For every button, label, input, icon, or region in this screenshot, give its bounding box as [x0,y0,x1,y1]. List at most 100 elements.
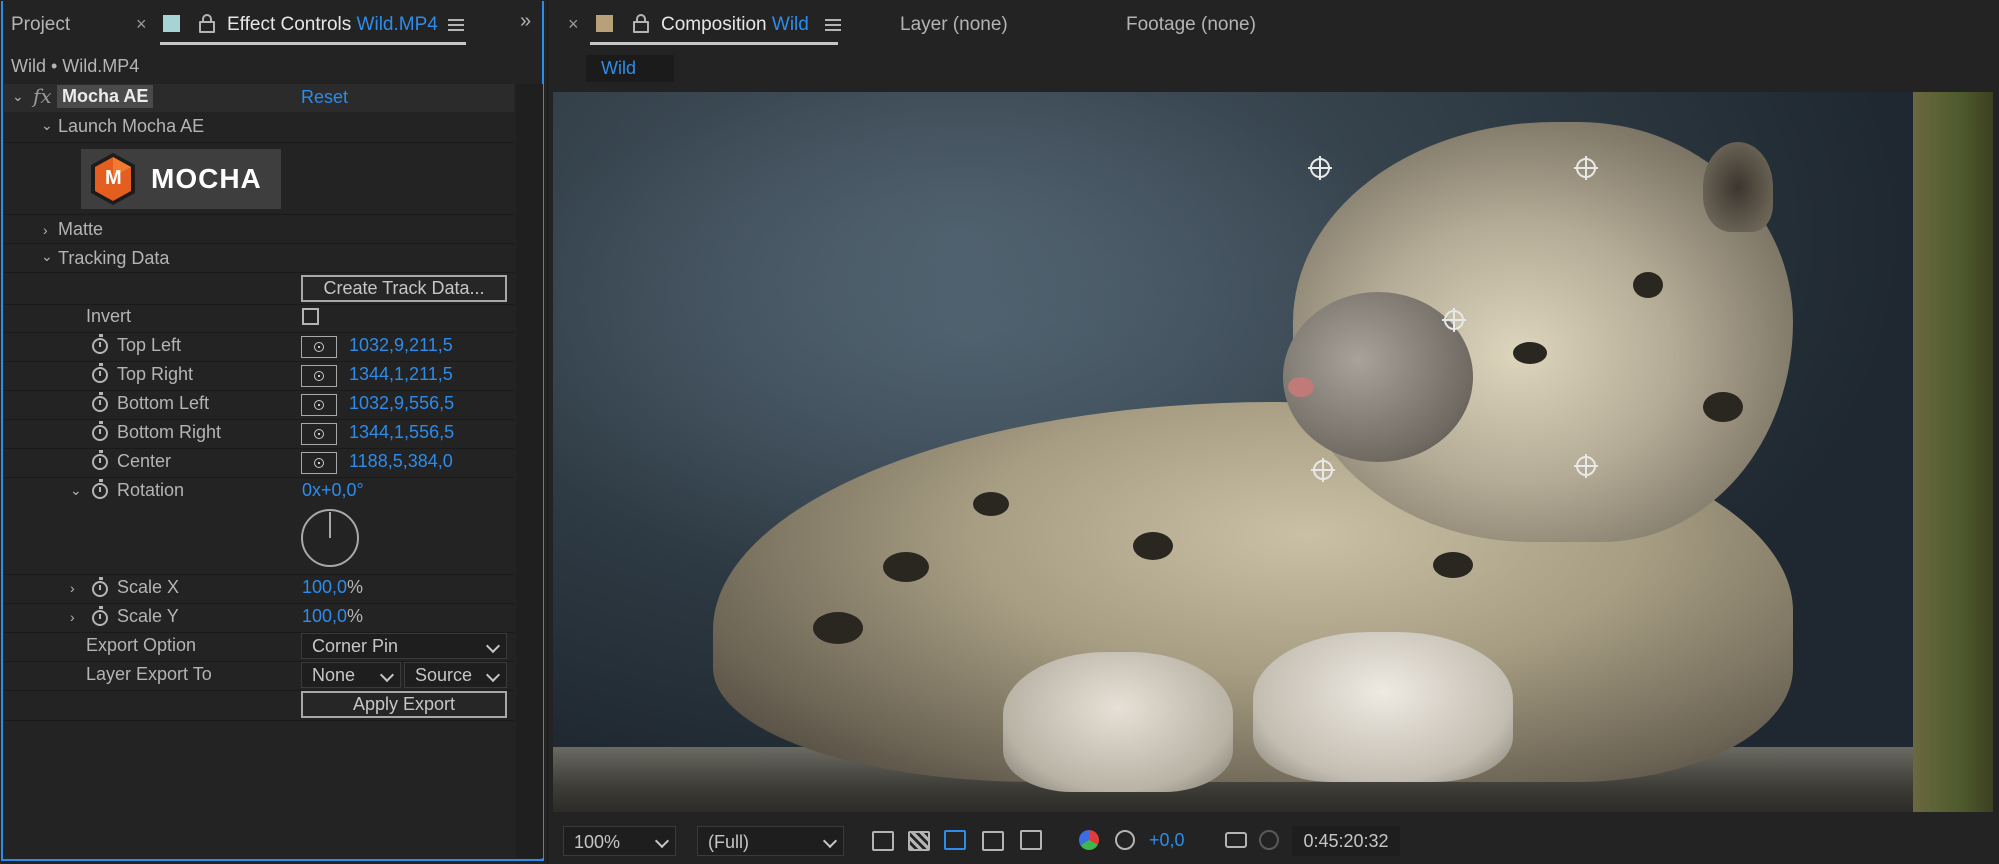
export-option-value: Corner Pin [312,636,399,656]
chevron-right-icon[interactable]: › [70,580,75,596]
lock-icon[interactable] [199,14,215,33]
layer-source-value: Source [415,665,473,685]
chevron-right-icon[interactable]: › [43,222,48,238]
param-value[interactable]: 1344,1,211,5 [349,364,453,385]
color-management-icon[interactable] [1115,830,1135,850]
corner-pin-handle[interactable] [1574,156,1598,180]
stopwatch-icon[interactable] [92,479,108,499]
crosshair-target-icon[interactable] [301,365,337,387]
effect-name[interactable]: Mocha AE [57,85,154,108]
layer-export-label: Layer Export To [86,664,212,684]
lock-icon[interactable] [633,14,649,33]
chevron-down-icon[interactable]: ⌄ [70,482,82,499]
scale-y-label: Scale Y [117,606,179,626]
panel-menu-icon[interactable] [448,19,464,31]
snow-leopard-image [553,92,1993,812]
layer-export-dropdown[interactable]: None [301,662,401,688]
rotation-dial[interactable] [301,509,359,567]
param-value[interactable]: 1032,9,211,5 [349,335,453,356]
label-color-swatch [596,15,613,32]
transparency-grid-icon[interactable] [908,831,930,851]
zoom-dropdown[interactable]: 100% [563,826,676,856]
snapshot-camera-icon[interactable] [1225,832,1247,848]
chevron-down-icon [822,833,838,849]
param-row: Bottom Left 1032,9,556,5 [4,391,514,419]
scrollbar[interactable] [516,84,543,858]
matte-label: Matte [58,219,104,239]
composition-viewer[interactable] [553,92,1993,812]
chevron-down-icon [379,667,395,683]
channel-rgb-icon[interactable] [1079,830,1099,850]
stopwatch-icon[interactable] [92,450,108,470]
active-tab-underline [160,42,466,45]
crosshair-target-icon[interactable] [301,336,337,358]
param-label: Top Right [117,364,194,384]
percent-sign: % [347,606,364,626]
invert-label: Invert [86,306,132,326]
resolution-value: (Full) [708,832,749,852]
tab-composition[interactable]: Composition Wild [661,14,809,36]
current-time-display[interactable]: 0:45:20:32 [1292,826,1400,856]
resolution-dropdown[interactable]: (Full) [697,826,844,856]
param-label: Center [117,451,172,471]
tab-footage[interactable]: Footage (none) [1126,14,1256,36]
stopwatch-icon[interactable] [92,606,108,626]
scale-x-number: 100,0 [302,577,348,597]
corner-pin-handle[interactable] [1308,156,1332,180]
create-track-data-button[interactable]: Create Track Data... [301,275,507,302]
reset-link[interactable]: Reset [301,87,348,108]
chevron-right-icon[interactable]: › [70,609,75,625]
mocha-launch-button[interactable]: M MOCHA [81,149,281,209]
corner-pin-handle[interactable] [1574,454,1598,478]
tab-project[interactable]: Project [11,14,70,36]
stopwatch-icon[interactable] [92,334,108,354]
panel-menu-icon[interactable] [825,19,841,31]
stopwatch-icon[interactable] [92,392,108,412]
tab-layer[interactable]: Layer (none) [900,14,1008,36]
apply-export-button[interactable]: Apply Export [301,691,507,718]
scale-x-value[interactable]: 100,0% [302,577,363,598]
fast-previews-icon[interactable] [872,831,894,851]
param-value[interactable]: 1032,9,556,5 [349,393,454,414]
crosshair-target-icon[interactable] [301,394,337,416]
fx-icon[interactable]: fx [33,84,52,108]
close-tab-icon[interactable]: × [136,14,147,35]
chevron-down-icon [485,667,501,683]
export-option-dropdown[interactable]: Corner Pin [301,633,507,659]
scale-y-number: 100,0 [302,606,348,626]
scale-y-value[interactable]: 100,0% [302,606,363,627]
chevron-down-icon[interactable]: ⌄ [12,88,24,105]
crosshair-target-icon[interactable] [301,452,337,474]
corner-pin-handle[interactable] [1442,308,1466,332]
tab-effect-controls-label: Effect Controls [227,14,352,35]
breadcrumb: Wild • Wild.MP4 [11,56,140,76]
region-of-interest-icon[interactable] [982,831,1004,851]
param-value[interactable]: 1188,5,384,0 [349,451,453,472]
layer-export-value: None [312,665,356,685]
label-color-swatch [163,15,180,32]
crosshair-target-icon[interactable] [301,423,337,445]
layer-source-dropdown[interactable]: Source [404,662,507,688]
show-snapshot-icon[interactable] [1259,830,1279,850]
exposure-value[interactable]: +0,0 [1149,830,1185,851]
param-row: Bottom Right 1344,1,556,5 [4,420,514,448]
rotation-value[interactable]: 0x+0,0° [302,480,364,501]
grid-guides-icon[interactable] [1020,830,1042,850]
stopwatch-icon[interactable] [92,421,108,441]
mask-path-visibility-icon[interactable] [944,830,966,850]
chevron-down-icon[interactable]: ⌄ [41,248,53,265]
close-tab-icon[interactable]: × [568,14,579,35]
tab-effect-controls[interactable]: Effect Controls Wild.MP4 [227,14,438,36]
invert-checkbox[interactable] [302,308,319,325]
rotation-label: Rotation [117,480,185,500]
chevron-down-icon[interactable]: ⌄ [41,117,53,134]
comp-subtab-wild[interactable]: Wild [586,55,674,82]
stopwatch-icon[interactable] [92,577,108,597]
stopwatch-icon[interactable] [92,363,108,383]
param-value[interactable]: 1344,1,556,5 [349,422,454,443]
double-chevron-right-icon[interactable]: » [520,10,531,33]
corner-pin-handle[interactable] [1311,458,1335,482]
export-option-label: Export Option [86,635,197,655]
launch-mocha-label: Launch Mocha AE [58,116,205,136]
param-row: Center 1188,5,384,0 [4,449,514,477]
